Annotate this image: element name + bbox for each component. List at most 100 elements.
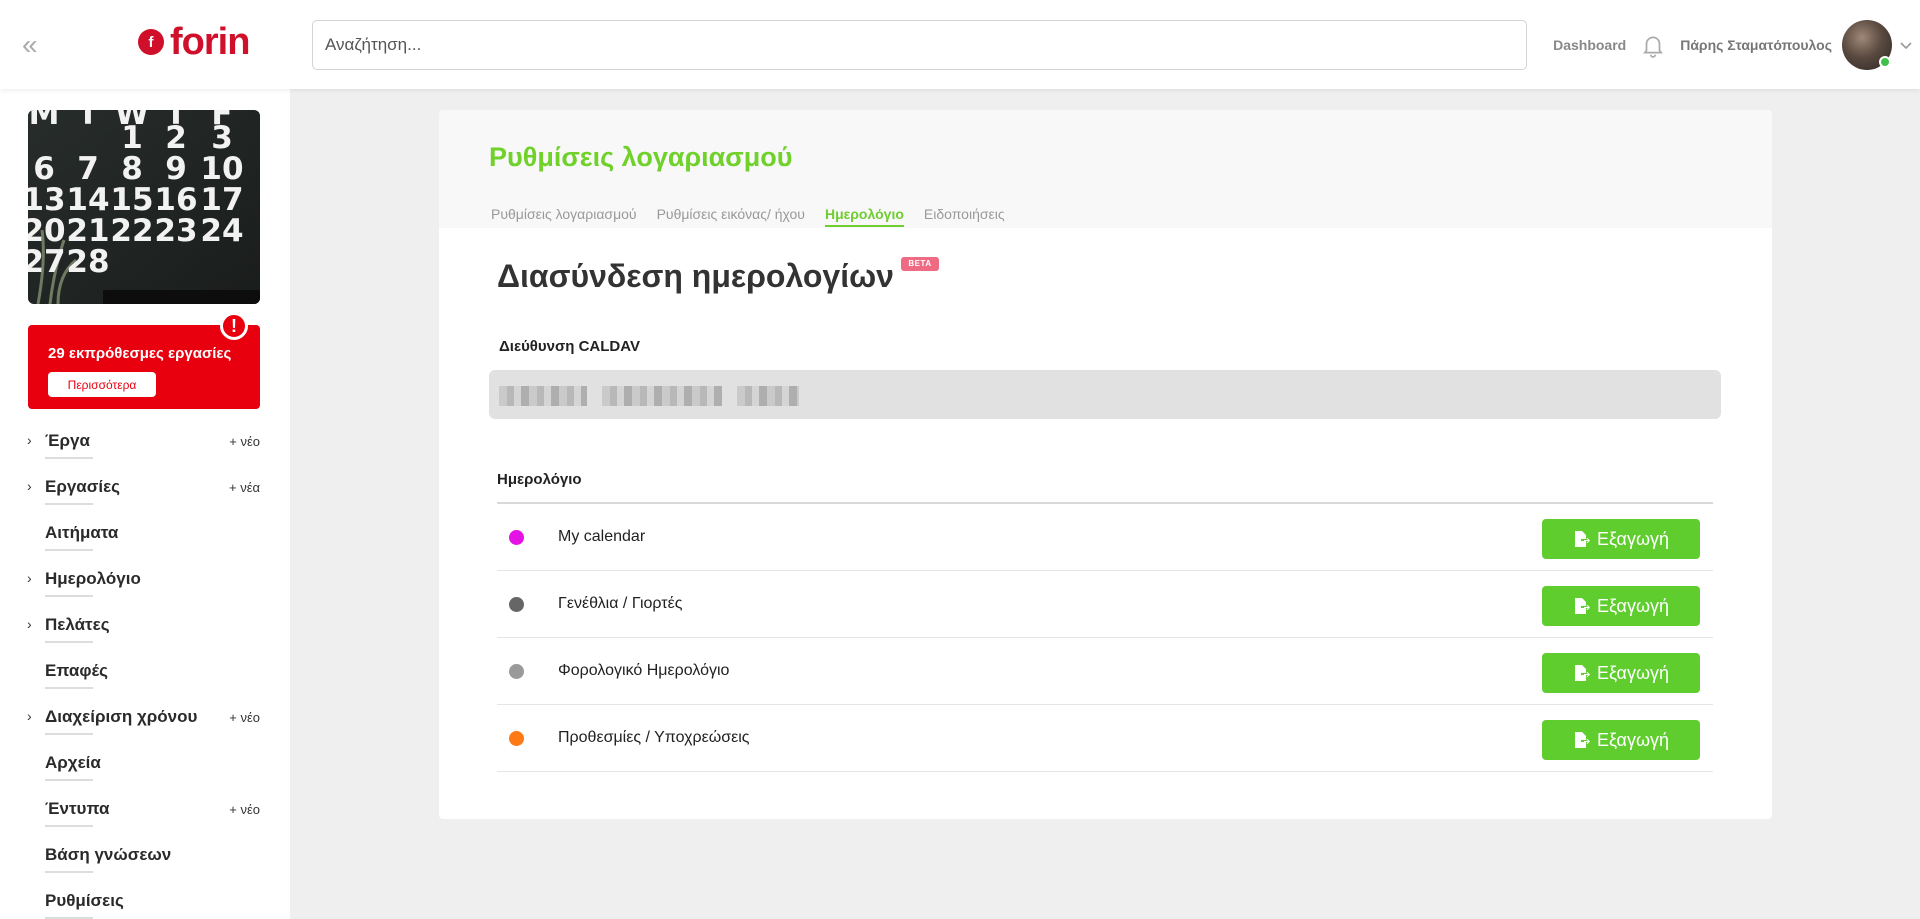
calendar-image-weekday: T: [77, 110, 98, 132]
calendar-image-day: 23: [154, 213, 197, 249]
section-title: Διασύνδεση ημερολογίων: [497, 258, 894, 294]
calendar-promo-image: M T W T F1 2 36 7 8 9 1013 14 15 16 1720 21 22 23 2427 28: [28, 110, 260, 304]
sidebar-item-label: Επαφές: [45, 661, 109, 680]
search-input[interactable]: [312, 20, 1527, 70]
logo[interactable]: f forin: [138, 21, 250, 63]
redacted-text: [737, 386, 799, 406]
sidebar-item[interactable]: › Πελάτες: [0, 606, 290, 652]
calendar-row: Γενέθλια / Γιορτές Εξαγωγή: [497, 571, 1713, 638]
export-label: Εξαγωγή: [1596, 528, 1670, 549]
calendar-image-day: 28: [66, 244, 109, 280]
page-title: Ρυθμίσεις λογαριασμού: [489, 142, 793, 172]
dashboard-link[interactable]: Dashboard: [1553, 37, 1626, 53]
sidebar-item-underline: [45, 549, 93, 551]
redacted-text: [602, 386, 722, 406]
settings-tab[interactable]: Ρυθμίσεις λογαριασμού: [491, 206, 637, 227]
sidebar-item[interactable]: › Διαχείριση χρόνου + νέο: [0, 698, 290, 744]
sidebar: M T W T F 1 2 3 6 7 8 9 10 13 14 15 16 17 20 21 22 23 24 27 28 2…: [0, 89, 290, 919]
sidebar-nav: › Έργα + νέο › Εργασίες + νέα Αιτήματα › Ημερολό…: [0, 422, 290, 919]
sidebar-item[interactable]: Ρυθμίσεις: [0, 882, 290, 919]
redacted-text: [499, 386, 587, 406]
export-label: Εξαγωγή: [1596, 662, 1670, 683]
sidebar-item-underline: [45, 871, 93, 873]
calendar-image-weekday: M: [29, 110, 60, 132]
sidebar-item-label: Ημερολόγιο: [45, 569, 141, 588]
export-button[interactable]: Εξαγωγή: [1542, 586, 1700, 626]
sidebar-item-underline: [45, 457, 93, 459]
top-right-controls: Dashboard Πάρης Σταματόπουλος: [1553, 0, 1920, 89]
user-name[interactable]: Πάρης Σταματόπουλος: [1680, 37, 1832, 53]
caldav-address-field[interactable]: [489, 370, 1721, 419]
export-label: Εξαγωγή: [1596, 595, 1670, 616]
export-label: Εξαγωγή: [1596, 729, 1670, 750]
sidebar-item[interactable]: Βάση γνώσεων: [0, 836, 290, 882]
settings-tab[interactable]: Ημερολόγιο: [824, 206, 904, 227]
collapse-sidebar-icon[interactable]: «: [22, 31, 38, 59]
chevron-right-icon[interactable]: ›: [27, 616, 32, 632]
calendar-color-dot: [509, 664, 524, 679]
file-export-icon: [1574, 732, 1590, 748]
chevron-down-icon[interactable]: [1898, 37, 1914, 53]
sidebar-item-underline: [45, 503, 93, 505]
online-status-dot: [1879, 55, 1891, 68]
top-bar: « f forin Dashboard Πάρης Σταματόπουλος: [0, 0, 1920, 89]
sidebar-item[interactable]: Αρχεία: [0, 744, 290, 790]
calendar-image-day: 22: [110, 213, 153, 249]
calendar-row: Φορολογικό Ημερολόγιο Εξαγωγή: [497, 638, 1713, 705]
calendar-color-dot: [509, 597, 524, 612]
sidebar-item-underline: [45, 687, 93, 689]
file-export-icon: [1574, 665, 1590, 681]
add-new-link[interactable]: + νέα: [229, 480, 260, 495]
calendar-color-dot: [509, 530, 524, 545]
chevron-right-icon[interactable]: ›: [27, 432, 32, 448]
calendar-image-day: 24: [200, 213, 243, 249]
chevron-right-icon[interactable]: ›: [27, 570, 32, 586]
settings-card: Ρυθμίσεις λογαριασμού Ρυθμίσεις λογαριασ…: [439, 110, 1772, 819]
chevron-right-icon[interactable]: ›: [27, 478, 32, 494]
logo-mark-icon: f: [138, 29, 164, 55]
sidebar-item[interactable]: Επαφές: [0, 652, 290, 698]
export-button[interactable]: Εξαγωγή: [1542, 720, 1700, 760]
sidebar-item[interactable]: › Ημερολόγιο: [0, 560, 290, 606]
sidebar-item-label: Έργα: [45, 431, 90, 450]
sidebar-item-label: Έντυπα: [45, 799, 110, 818]
sidebar-item-label: Ρυθμίσεις: [45, 891, 124, 910]
sidebar-item-label: Αρχεία: [45, 753, 101, 772]
sidebar-item-underline: [45, 641, 93, 643]
caldav-label: Διεύθυνση CALDAV: [499, 338, 640, 355]
calendar-image-day: 27: [28, 244, 66, 280]
sidebar-item[interactable]: › Εργασίες + νέα: [0, 468, 290, 514]
sidebar-item-label: Αιτήματα: [45, 523, 119, 542]
add-new-link[interactable]: + νέο: [229, 710, 260, 725]
bell-icon[interactable]: [1640, 32, 1666, 58]
export-button[interactable]: Εξαγωγή: [1542, 653, 1700, 693]
settings-tab[interactable]: Ειδοποιήσεις: [924, 206, 1005, 227]
calendar-name: Γενέθλια / Γιορτές: [558, 595, 683, 612]
more-button[interactable]: Περισσότερα: [48, 372, 156, 397]
chevron-right-icon[interactable]: ›: [27, 708, 32, 724]
logo-text: forin: [170, 21, 250, 63]
sidebar-item[interactable]: › Έργα + νέο: [0, 422, 290, 468]
file-export-icon: [1574, 531, 1590, 547]
alert-badge-icon: !: [220, 312, 248, 340]
sidebar-item-underline: [45, 825, 93, 827]
sidebar-item[interactable]: Αιτήματα: [0, 514, 290, 560]
calendar-name: Φορολογικό Ημερολόγιο: [558, 662, 730, 679]
sidebar-item-underline: [45, 595, 93, 597]
sidebar-item-label: Εργασίες: [45, 477, 121, 496]
sidebar-item-label: Διαχείριση χρόνου: [45, 707, 198, 726]
sidebar-item-underline: [45, 733, 93, 735]
beta-badge: BETA: [901, 257, 939, 271]
file-export-icon: [1574, 598, 1590, 614]
export-button[interactable]: Εξαγωγή: [1542, 519, 1700, 559]
settings-tabs: Ρυθμίσεις λογαριασμού Ρυθμίσεις εικόνας/ …: [491, 206, 1025, 227]
calendar-row: My calendar Εξαγωγή: [497, 504, 1713, 571]
avatar[interactable]: [1842, 19, 1892, 70]
add-new-link[interactable]: + νέο: [229, 802, 260, 817]
settings-tab[interactable]: Ρυθμίσεις εικόνας/ ήχου: [657, 206, 805, 227]
overdue-alert-text: 29 εκπρόθεσμες εργασίες: [48, 345, 232, 362]
sidebar-item[interactable]: Έντυπα + νέο: [0, 790, 290, 836]
calendar-row: Προθεσμίες / Υποχρεώσεις Εξαγωγή: [497, 705, 1713, 772]
sidebar-item-underline: [45, 779, 93, 781]
add-new-link[interactable]: + νέο: [229, 434, 260, 449]
